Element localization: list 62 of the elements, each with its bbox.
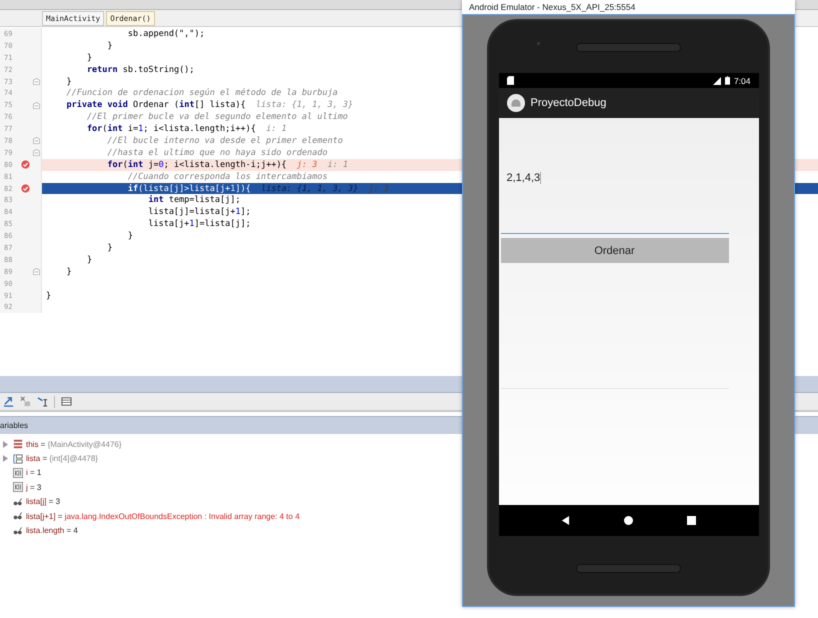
code-line: } [126,231,133,242]
input-field[interactable]: 2,1,4,3 [500,166,728,234]
variable-entry[interactable]: i = 1 [26,468,42,478]
code-line: //El primer bucle va del segundo elemento al ultimo [86,112,348,122]
code-line: } [65,76,72,86]
cursor-icon[interactable] [37,396,48,407]
variable-entry[interactable]: j = 3 [26,482,42,492]
window-title: Android Emulator - Nexus_5X_API_25:5554 [469,2,636,12]
fold-icon[interactable] [32,149,40,156]
primitive-icon [13,482,23,492]
fold-icon[interactable] [32,102,40,109]
home-icon[interactable] [624,516,633,525]
code-line: lista[j]=lista[j+1]; [147,207,251,218]
array-icon [13,454,23,464]
code-line: for(int j=0; i<lista.length-i;j++){ j: 3 i: 1 [106,160,348,170]
code-line: } [106,242,113,253]
code-line: //hasta el ultimo que no haya sido ordenado [106,148,328,158]
fold-icon[interactable] [32,268,40,276]
app-title: ProyectoDebug [530,97,606,109]
signal-icon [712,76,721,84]
glasses-icon [13,526,23,536]
fold-icon[interactable] [32,78,40,85]
code-line: //Cuando corresponda los intercambiamos [126,172,328,182]
expand-icon[interactable] [2,455,8,462]
sd-card-icon [506,76,514,85]
code-line: lista[j+1]=lista[j]; [147,219,251,230]
variable-entry[interactable]: lista = {int[4]@4478} [26,454,98,464]
code-line: sb.append(","); [126,28,205,39]
recents-icon[interactable] [687,516,696,525]
breakpoint-icon[interactable] [20,160,30,170]
arrow-icon[interactable] [3,396,14,407]
code-line: int temp=lista[j]; [147,195,240,206]
code-line: //El bucle interno va desde el primer elemento [106,136,343,146]
glasses-icon [13,511,23,522]
code-line: //Funcion de ordenacion según el método de la burbuja [65,88,338,98]
code-line: if(lista[j]>lista[j+1]){ lista: {1, 1, 3, 3} j: 3 [126,184,389,194]
table-icon[interactable] [61,396,72,407]
code-line: } [65,266,72,277]
code-line: return sb.toString(); [86,64,194,75]
remove-icon[interactable] [20,396,31,407]
code-line: for(int i=1; i<lista.length;i++){ i: 1 [86,124,287,134]
code-line: } [106,40,113,51]
back-icon[interactable] [560,516,570,525]
breakpoint-icon[interactable] [20,184,30,194]
code-line: } [86,254,92,265]
clock: 7:04 [734,76,750,86]
panel-title: ariables [0,421,28,430]
primitive-icon [13,468,23,478]
code-line: } [86,52,92,63]
sort-button[interactable]: Ordenar [500,238,728,263]
code-line: } [46,290,52,301]
variable-entry[interactable]: lista[j] = 3 [26,497,60,506]
code-line: private void Ordenar (int[] lista){ lista: {1, 1, 3, 3} [65,100,354,110]
variable-entry[interactable]: lista.length = 4 [26,526,78,536]
glasses-icon [13,496,23,507]
fold-icon[interactable] [32,137,40,144]
variable-entry[interactable]: lista[j+1] = java.lang.IndexOutOfBoundsException : Invalid array range: 4 to 4 [26,512,300,521]
android-icon [506,94,524,112]
variable-entry[interactable]: this = {MainActivity@4476} [26,440,122,449]
expand-icon[interactable] [2,440,8,448]
battery-icon [724,76,730,85]
object-icon [13,439,23,450]
